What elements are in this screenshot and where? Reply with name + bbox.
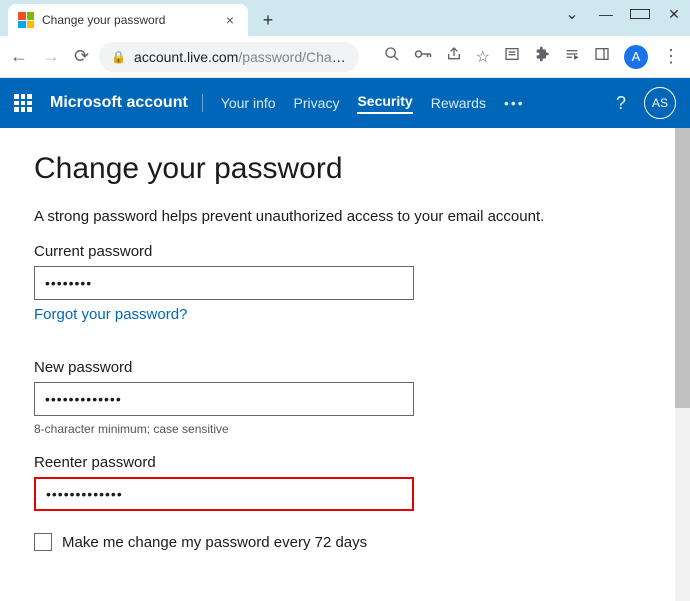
reenter-password-input[interactable]: •••••••••••••	[34, 477, 414, 511]
new-password-label: New password	[34, 359, 656, 376]
close-tab-icon[interactable]: ×	[222, 12, 238, 28]
rotate-password-checkbox[interactable]	[34, 533, 52, 551]
bookmark-star-icon[interactable]: ☆	[476, 47, 490, 67]
lock-icon: 🔒	[111, 50, 126, 64]
back-button[interactable]: ←	[10, 46, 28, 67]
minimize-button[interactable]: —	[596, 6, 616, 22]
search-icon[interactable]	[384, 46, 400, 67]
nav-privacy[interactable]: Privacy	[294, 95, 340, 111]
address-bar[interactable]: 🔒 account.live.com/password/Chang…	[99, 42, 359, 72]
url-text: account.live.com/password/Chang…	[134, 49, 347, 65]
tab-title: Change your password	[42, 13, 214, 27]
nav-more-icon[interactable]: •••	[504, 95, 525, 111]
reenter-password-label: Reenter password	[34, 454, 656, 471]
site-header: Microsoft account Your info Privacy Secu…	[0, 78, 690, 128]
maximize-button[interactable]	[630, 6, 650, 22]
nav-rewards[interactable]: Rewards	[431, 95, 486, 111]
password-hint: 8-character minimum; case sensitive	[34, 422, 656, 436]
browser-menu-icon[interactable]: ⋮	[662, 46, 680, 67]
nav-security[interactable]: Security	[357, 93, 412, 114]
share-icon[interactable]	[446, 46, 462, 67]
extensions-icon[interactable]	[534, 46, 550, 67]
brand-label[interactable]: Microsoft account	[50, 94, 203, 112]
reload-button[interactable]: ⟳	[74, 46, 89, 67]
current-password-input[interactable]: ••••••••	[34, 266, 414, 300]
close-window-button[interactable]: ✕	[664, 6, 684, 23]
account-avatar[interactable]: AS	[644, 87, 676, 119]
new-tab-button[interactable]: +	[254, 6, 282, 34]
page-content: Change your password A strong password h…	[0, 128, 690, 601]
forgot-password-link[interactable]: Forgot your password?	[34, 306, 187, 323]
browser-tab[interactable]: Change your password ×	[8, 4, 248, 36]
new-password-input[interactable]: •••••••••••••	[34, 382, 414, 416]
microsoft-favicon	[18, 12, 34, 28]
browser-titlebar: Change your password × + ⌄ — ✕	[0, 0, 690, 36]
profile-avatar[interactable]: A	[624, 45, 648, 69]
window-controls: ⌄ — ✕	[562, 4, 684, 24]
rotate-password-label: Make me change my password every 72 days	[62, 534, 367, 551]
help-icon[interactable]: ?	[616, 93, 626, 114]
side-panel-icon[interactable]	[594, 46, 610, 67]
key-icon[interactable]	[414, 47, 432, 66]
current-password-label: Current password	[34, 243, 656, 260]
media-control-icon[interactable]	[564, 46, 580, 67]
page-subtitle: A strong password helps prevent unauthor…	[34, 208, 656, 225]
tabs-dropdown-icon[interactable]: ⌄	[562, 4, 582, 24]
browser-toolbar: ← → ⟳ 🔒 account.live.com/password/Chang……	[0, 36, 690, 78]
nav-your-info[interactable]: Your info	[221, 95, 276, 111]
forward-button[interactable]: →	[42, 46, 60, 67]
app-launcher-icon[interactable]	[14, 94, 32, 112]
page-title: Change your password	[34, 152, 656, 186]
reader-icon[interactable]	[504, 46, 520, 67]
